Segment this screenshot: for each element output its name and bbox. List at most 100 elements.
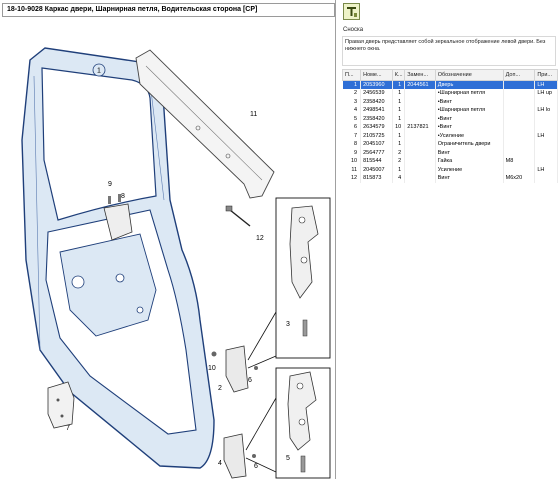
table-row[interactable]: 1 2053960 1 2044561 Дверь LH: [342, 80, 558, 89]
svg-text:1: 1: [97, 68, 101, 75]
table-row[interactable]: 5 2358420 1 •Винт: [342, 114, 558, 123]
table-cell: 2044561: [404, 80, 436, 89]
callout-6a[interactable]: 6: [248, 377, 252, 384]
table-cell: 10: [392, 123, 406, 132]
column-header[interactable]: Обозначение: [434, 69, 504, 81]
table-cell: [503, 165, 536, 174]
table-cell: [534, 174, 558, 183]
table-cell: [503, 114, 536, 123]
table-cell: 2456539: [360, 89, 393, 98]
column-header[interactable]: Номе...: [360, 69, 393, 81]
exploded-parts-diagram[interactable]: 1 11 12 9 8 7 10 2 6 3 4 6 5: [0, 20, 336, 479]
table-cell: 815544: [360, 157, 393, 166]
column-header[interactable]: Доп...: [502, 69, 536, 81]
parts-table: П... Номе... К... Замен... Обозначение Д…: [341, 69, 558, 183]
table-row[interactable]: 7 2105725 1 •Усиление LH: [342, 131, 558, 140]
table-cell: 10: [342, 157, 362, 166]
table-row[interactable]: 4 2498541 1 •Шарнирная петля LH lo: [342, 106, 558, 115]
table-cell: 2564777: [360, 148, 393, 157]
table-cell: 2053960: [360, 80, 393, 89]
table-cell: M8: [503, 157, 536, 166]
table-cell: M6x20: [503, 174, 536, 183]
table-cell: 2045007: [360, 165, 393, 174]
table-cell: 6: [342, 123, 362, 132]
callout-9[interactable]: 9: [108, 181, 112, 188]
table-cell: •Винт: [435, 97, 504, 106]
table-cell: 2: [392, 157, 406, 166]
table-cell: 2045107: [360, 140, 393, 149]
table-cell: 2634579: [360, 123, 393, 132]
table-cell: [404, 89, 436, 98]
table-row[interactable]: 2 2456539 1 •Шарнирная петля LH up: [342, 89, 558, 98]
table-cell: [404, 165, 436, 174]
table-cell: 2: [392, 148, 406, 157]
table-cell: 1: [392, 106, 406, 115]
table-cell: 2: [342, 89, 362, 98]
table-cell: [503, 148, 536, 157]
table-cell: [534, 123, 558, 132]
table-cell: •Винт: [435, 123, 504, 132]
table-cell: [404, 114, 436, 123]
table-row[interactable]: 3 2358420 1 •Винт: [342, 97, 558, 106]
callout-6b[interactable]: 6: [254, 463, 258, 470]
table-cell: 2358420: [360, 114, 393, 123]
table-row[interactable]: 9 2564777 2 Винт: [342, 148, 558, 157]
table-cell: LH: [534, 165, 558, 174]
detail-upper-hinge[interactable]: [247, 197, 331, 369]
column-header[interactable]: При...: [534, 69, 558, 81]
table-cell: [534, 157, 558, 166]
table-cell: 2137821: [404, 123, 436, 132]
callout-3[interactable]: 3: [286, 321, 290, 328]
table-cell: 5: [342, 114, 362, 123]
table-cell: [404, 157, 436, 166]
table-cell: 8: [342, 140, 362, 149]
note-label: Сноска: [343, 27, 364, 33]
table-cell: 1: [392, 97, 406, 106]
table-cell: LH lo: [534, 106, 558, 115]
table-cell: [404, 106, 436, 115]
details-pane: Сноска Правая дверь представляет собой з…: [338, 0, 560, 479]
page-title: 18-10-9028 Каркас двери, Шарнирная петля…: [2, 3, 335, 17]
table-cell: •Шарнирная петля: [435, 106, 504, 115]
table-cell: 2105725: [360, 131, 393, 140]
table-cell: LH up: [534, 89, 558, 98]
callout-12[interactable]: 12: [256, 235, 264, 242]
part-7-reinforcement[interactable]: [47, 381, 75, 429]
callout-7[interactable]: 7: [66, 425, 70, 432]
part-12-screw[interactable]: [225, 205, 251, 227]
table-cell: 2358420: [360, 97, 393, 106]
table-cell: [534, 114, 558, 123]
table-row[interactable]: 11 2045007 1 Усиление LH: [342, 165, 558, 174]
table-cell: 1: [392, 114, 406, 123]
table-cell: [503, 80, 536, 89]
callout-8[interactable]: 8: [121, 193, 125, 200]
callout-5[interactable]: 5: [286, 455, 290, 462]
table-cell: •Усиление: [435, 131, 504, 140]
text-tool-button[interactable]: [343, 3, 360, 20]
callout-4[interactable]: 4: [218, 460, 222, 467]
table-cell: Винт: [435, 174, 504, 183]
callout-1[interactable]: 1: [92, 63, 106, 77]
table-cell: 1: [392, 131, 406, 140]
table-cell: 11: [342, 165, 362, 174]
column-header[interactable]: Замен...: [404, 69, 436, 81]
column-header[interactable]: П...: [341, 69, 362, 81]
callout-11[interactable]: 11: [250, 111, 257, 118]
table-row[interactable]: 8 2045107 1 Ограничитель двери: [342, 140, 558, 149]
table-cell: 815873: [360, 174, 393, 183]
table-row[interactable]: 10 815544 2 Гайка M8: [342, 157, 558, 166]
table-cell: 7: [342, 131, 362, 140]
table-row[interactable]: 12 815873 4 Винт M6x20: [342, 174, 558, 183]
callout-2[interactable]: 2: [218, 385, 222, 392]
note-text: Правая дверь представляет собой зеркальн…: [342, 36, 556, 66]
table-cell: [404, 174, 436, 183]
table-row[interactable]: 6 2634579 10 2137821 •Винт: [342, 123, 558, 132]
table-cell: 4: [342, 106, 362, 115]
table-header: П... Номе... К... Замен... Обозначение Д…: [341, 69, 558, 81]
table-cell: Гайка: [435, 157, 504, 166]
table-cell: [503, 140, 536, 149]
callout-10[interactable]: 10: [208, 365, 216, 372]
column-header[interactable]: К...: [391, 69, 406, 81]
table-cell: 3: [342, 97, 362, 106]
table-cell: Дверь: [435, 80, 504, 89]
